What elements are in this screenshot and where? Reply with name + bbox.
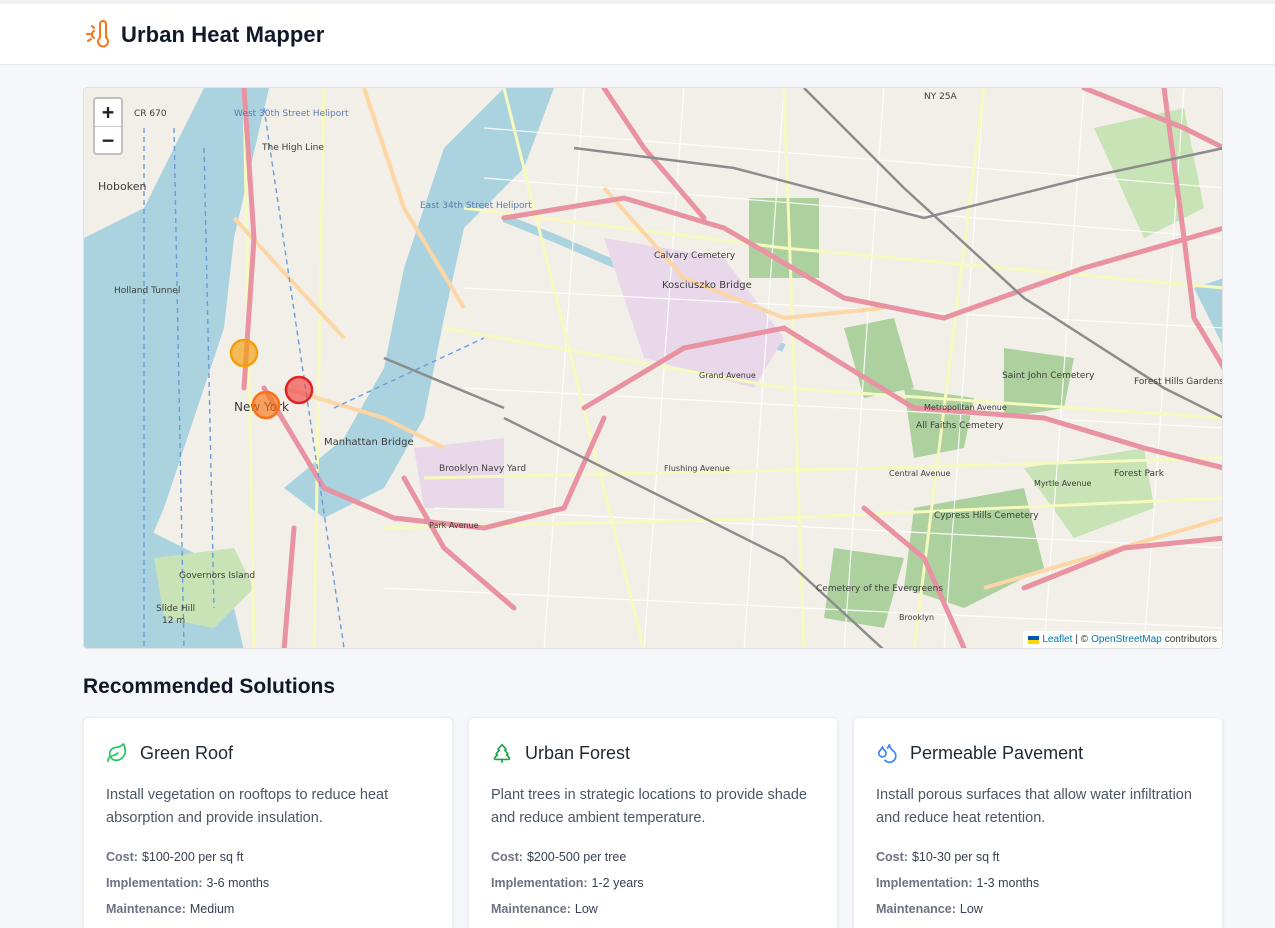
solutions-list: Green Roof Install vegetation on rooftop… — [83, 717, 1223, 928]
label-all-faiths: All Faiths Cemetery — [916, 421, 1004, 431]
cost-value: $200-500 per tree — [526, 850, 627, 864]
card-header: Urban Forest — [491, 740, 815, 766]
label-elevation: 12 m — [162, 616, 185, 626]
maintenance-value: Medium — [189, 902, 235, 916]
solution-card-permeable-pavement[interactable]: Permeable Pavement Install porous surfac… — [853, 717, 1223, 928]
label-saint-john: Saint John Cemetery — [1002, 371, 1095, 381]
label-holland-tunnel: Holland Tunnel — [114, 286, 180, 296]
cost-label: Cost: — [491, 850, 523, 864]
brand[interactable]: Urban Heat Mapper — [83, 20, 324, 50]
implementation-value: 1-3 months — [976, 876, 1040, 890]
label-slide-hill: Slide Hill — [156, 604, 195, 614]
card-title: Urban Forest — [525, 742, 631, 763]
leaf-icon — [107, 743, 127, 763]
implementation-label: Implementation: — [106, 876, 203, 890]
card-meta: Cost: $200-500 per tree Implementation: 1-… — [491, 844, 815, 922]
droplets-icon — [877, 743, 897, 763]
zoom-out-button[interactable]: − — [95, 126, 121, 153]
label-calvary: Calvary Cemetery — [654, 251, 736, 261]
label-ny25a: NY 25A — [924, 92, 958, 102]
label-myrtle-east: Myrtle Avenue — [1034, 479, 1092, 488]
attribution-suffix: contributors — [1164, 634, 1217, 645]
map-tiles[interactable]: Hoboken The High Line West 30th Street H… — [84, 88, 1223, 649]
label-cypress-hills: Cypress Hills Cemetery — [934, 511, 1039, 521]
card-title: Green Roof — [140, 742, 234, 763]
implementation-label: Implementation: — [491, 876, 588, 890]
label-high-line: The High Line — [261, 143, 324, 153]
label-brooklyn: Brooklyn — [899, 613, 934, 622]
app-header: Urban Heat Mapper — [0, 4, 1275, 65]
label-forest-park: Forest Park — [1114, 469, 1165, 479]
cost-label: Cost: — [876, 850, 908, 864]
thermometer-sun-icon — [86, 20, 109, 48]
heat-marker-moderate[interactable] — [229, 338, 259, 368]
openstreetmap-link[interactable]: OpenStreetMap — [1091, 631, 1162, 648]
card-description: Install vegetation on rooftops to reduce… — [106, 787, 389, 826]
label-evergreens: Cemetery of the Evergreens — [816, 584, 943, 594]
card-description: Install porous surfaces that allow water… — [876, 787, 1192, 826]
label-central: Central Avenue — [889, 469, 950, 478]
leaflet-link[interactable]: Leaflet — [1042, 631, 1072, 648]
label-flushing: Flushing Avenue — [664, 464, 730, 473]
card-title: Permeable Pavement — [910, 742, 1084, 763]
label-forest-hills: Forest Hills Gardens — [1134, 377, 1223, 387]
label-metropolitan: Metropolitan Avenue — [924, 403, 1007, 412]
label-heliport-east: East 34th Street Heliport — [420, 201, 532, 211]
tree-icon — [493, 743, 511, 763]
solution-card-green-roof[interactable]: Green Roof Install vegetation on rooftop… — [83, 717, 453, 928]
heat-marker-high[interactable] — [284, 375, 314, 405]
card-header: Green Roof — [106, 740, 430, 766]
label-grand: Grand Avenue — [699, 371, 756, 380]
solution-card-urban-forest[interactable]: Urban Forest Plant trees in strategic lo… — [468, 717, 838, 928]
cost-value: $10-30 per sq ft — [911, 850, 1000, 864]
label-cr670: CR 670 — [134, 109, 167, 119]
maintenance-label: Maintenance: — [876, 902, 956, 916]
label-park-ave: Park Avenue — [429, 521, 479, 530]
label-hoboken: Hoboken — [98, 180, 146, 193]
maintenance-value: Low — [959, 902, 983, 916]
maintenance-value: Low — [574, 902, 598, 916]
app-title: Urban Heat Mapper — [121, 22, 325, 47]
label-heliport-west: West 30th Street Heliport — [234, 109, 349, 119]
heat-map[interactable]: Hoboken The High Line West 30th Street H… — [83, 87, 1223, 649]
implementation-label: Implementation: — [876, 876, 973, 890]
card-meta: Cost: $10-30 per sq ft Implementation: 1-3… — [876, 844, 1200, 922]
cost-value: $100-200 per sq ft — [141, 850, 244, 864]
attribution-separator: | © — [1075, 634, 1089, 645]
maintenance-label: Maintenance: — [106, 902, 186, 916]
label-manhattan-bridge: Manhattan Bridge — [324, 437, 414, 448]
maintenance-label: Maintenance: — [491, 902, 571, 916]
implementation-value: 3-6 months — [206, 876, 270, 890]
card-meta: Cost: $100-200 per sq ft Implementation: 3… — [106, 844, 430, 922]
heat-marker-elevated[interactable] — [251, 390, 281, 420]
card-header: Permeable Pavement — [876, 740, 1200, 766]
ukraine-flag-icon — [1028, 635, 1040, 644]
cost-label: Cost: — [106, 850, 138, 864]
zoom-control: + − — [93, 97, 123, 155]
solutions-heading: Recommended Solutions — [83, 675, 336, 698]
map-attribution: Leaflet | © OpenStreetMap contributors — [1023, 631, 1222, 648]
park-1 — [749, 198, 819, 278]
label-governors: Governors Island — [179, 571, 255, 581]
zoom-in-button[interactable]: + — [95, 99, 121, 126]
label-navy-yard: Brooklyn Navy Yard — [439, 464, 526, 474]
card-description: Plant trees in strategic locations to pr… — [491, 787, 807, 826]
implementation-value: 1-2 years — [591, 876, 644, 890]
label-kosciuszko: Kosciuszko Bridge — [662, 280, 752, 291]
